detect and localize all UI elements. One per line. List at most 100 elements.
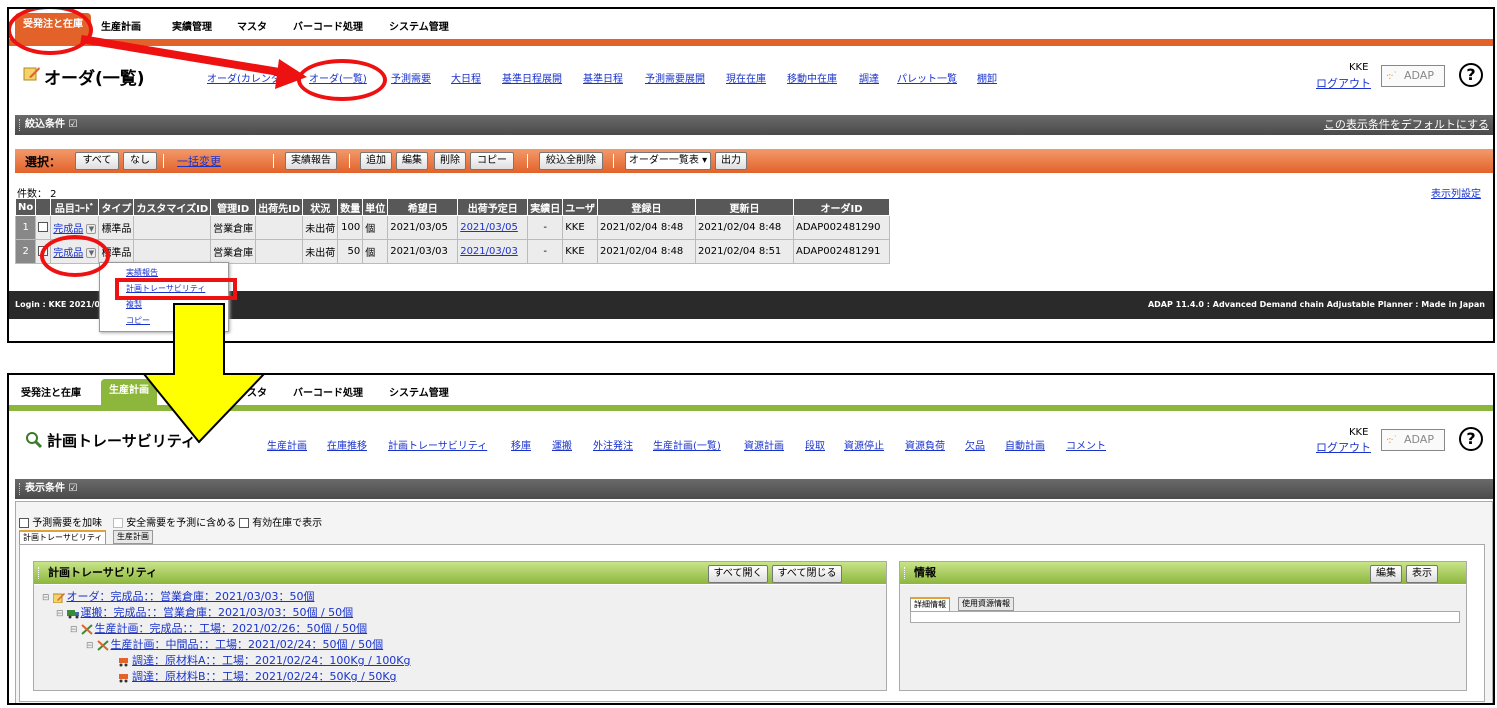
collapse-all-button[interactable]: すべて閉じる [772,565,842,583]
info-show-button[interactable]: 表示 [1406,565,1438,583]
col-mgmt-id[interactable]: 管理ID [210,198,257,216]
tree-node-order[interactable]: ⊟ オーダ：完成品：：営業倉庫：2021/03/03：50個 [42,588,314,604]
row-mgmt-id: 営業倉庫 [210,215,257,240]
table-row[interactable]: 2 完成品 ▼ 標準品 営業倉庫 未出荷 50 個 2021/03/03 202… [14,239,891,264]
nav-setup[interactable]: 段取 [805,437,825,452]
nav-transfer[interactable]: 移庫 [511,437,531,452]
nav-base-schedule-expand[interactable]: 基準日程展開 [502,70,562,85]
column-settings-link[interactable]: 表示列設定 [1431,185,1481,200]
nav-shortage[interactable]: 欠品 [965,437,985,452]
menu-barcode[interactable]: バーコード処理 [293,384,363,399]
row-checkbox[interactable] [35,215,52,240]
col-user[interactable]: ユーザ [562,198,599,216]
col-ship-id[interactable]: 出荷先ID [255,198,304,216]
row-menu-icon[interactable]: ▼ [86,224,97,234]
col-custom-id[interactable]: カスタマイズID [133,198,212,216]
row-ship-date-link[interactable]: 2021/03/05 [457,215,529,240]
nav-auto-plan[interactable]: 自動計画 [1005,437,1045,452]
row-no: 1 [14,215,37,240]
nav-comment[interactable]: コメント [1066,437,1106,452]
select-all-button[interactable]: すべて [75,152,119,170]
item-link[interactable]: 完成品 [53,224,83,235]
nav-in-transit[interactable]: 移動中在庫 [787,70,837,85]
nav-base-schedule[interactable]: 基準日程 [583,70,623,85]
nav-transport[interactable]: 運搬 [552,437,572,452]
nav-production-plan[interactable]: 生産計画 [267,437,307,452]
menu-sales-inventory[interactable]: 受発注と在庫 [21,384,81,399]
transport-icon [66,608,79,619]
col-type[interactable]: タイプ [98,198,135,216]
col-item[interactable]: 品目ｺｰﾄﾞ [50,198,100,216]
menu-system[interactable]: システム管理 [389,384,449,399]
tree-node-production-finished[interactable]: ⊟ 生産計画：完成品：：工場：2021/02/26：50個 / 50個 [70,620,367,636]
row-qty: 100 [337,215,364,240]
nav-current-stock[interactable]: 現在在庫 [726,70,766,85]
logout-link[interactable]: ログアウト [1316,75,1371,91]
col-updated[interactable]: 更新日 [695,198,795,216]
nav-resource-load[interactable]: 資源負荷 [905,437,945,452]
tree-node-transport[interactable]: ⊟ 運搬：完成品：：営業倉庫：2021/03/03：50個 / 50個 [56,604,353,620]
view-select[interactable]: オーダー一覧表 ▾ [625,152,711,170]
cart-icon [118,656,130,667]
info-edit-button[interactable]: 編集 [1370,565,1402,583]
annotation-arrow-red [80,35,307,89]
row-status: 未出荷 [302,215,339,240]
col-registered[interactable]: 登録日 [597,198,697,216]
delete-button[interactable]: 削除 [434,152,466,170]
nav-stocktake[interactable]: 棚卸 [977,70,997,85]
col-check [35,198,52,216]
copy-button[interactable]: コピー [470,152,514,170]
nav-production-plan-list[interactable]: 生産計画(一覧) [653,437,721,452]
tree-node-production-intermediate[interactable]: ⊟ 生産計画：中間品：：工場：2021/02/24：50個 / 50個 [86,636,383,652]
display-conditions-bar[interactable]: 表示条件 ☑ [15,479,1493,499]
nav-stock-trend[interactable]: 在庫推移 [327,437,367,452]
expand-all-button[interactable]: すべて開く [708,565,768,583]
add-button[interactable]: 追加 [360,152,392,170]
clear-filters-button[interactable]: 絞込全削除 [539,152,603,170]
edit-button[interactable]: 編集 [396,152,428,170]
col-unit[interactable]: 単位 [362,198,389,216]
table-row[interactable]: 1 完成品 ▼ 標準品 営業倉庫 未出荷 100 個 2021/03/05 20… [14,215,891,240]
tab-plan-traceability[interactable]: 計画トレーサビリティ [19,530,107,544]
help-icon[interactable]: ? [1459,63,1483,87]
row-updated: 2021/02/04 8:51 [695,239,795,264]
col-qty[interactable]: 数量 [337,198,364,216]
col-ship-date[interactable]: 出荷予定日 [457,198,529,216]
user-name: KKE [1349,427,1369,438]
nav-procurement[interactable]: 調達 [859,70,879,85]
col-wanted-date[interactable]: 希望日 [387,198,459,216]
report-results-button[interactable]: 実績報告 [285,152,337,170]
option-forecast[interactable]: 予測需要を加味 [19,514,102,529]
tree-node-procure-a[interactable]: 調達：原材料A：：工場：2021/02/24：100Kg / 100Kg [118,652,411,668]
row-updated: 2021/02/04 8:48 [695,215,795,240]
tab-detail-info[interactable]: 詳細情報 [910,597,950,611]
ctx-report-results[interactable]: 実績報告 [126,267,158,278]
row-ship-date-link[interactable]: 2021/03/03 [457,239,529,264]
col-actual-date[interactable]: 実績日 [527,198,564,216]
help-icon[interactable]: ? [1459,427,1483,451]
nav-master-schedule[interactable]: 大日程 [451,70,481,85]
option-safety-demand[interactable]: 安全需要を予測に含める [113,514,236,529]
row-registered: 2021/02/04 8:48 [597,239,697,264]
row-order-id: ADAP002481291 [793,239,891,264]
logout-link[interactable]: ログアウト [1316,439,1371,455]
filter-conditions-bar[interactable]: 絞込条件 ☑ この表示条件をデフォルトにする [15,115,1493,135]
option-available-stock[interactable]: 有効在庫で表示 [239,514,322,529]
col-status[interactable]: 状況 [302,198,339,216]
output-button[interactable]: 出力 [715,152,747,170]
nav-outsource-order[interactable]: 外注発注 [593,437,633,452]
tab-resource-info[interactable]: 使用資源情報 [958,597,1014,611]
bulk-change-link[interactable]: 一括変更 [177,153,221,169]
set-default-link[interactable]: この表示条件をデフォルトにする [1324,115,1489,135]
col-order-id[interactable]: オーダID [793,198,891,216]
nav-resource-plan[interactable]: 資源計画 [744,437,784,452]
nav-pallet-list[interactable]: パレット一覧 [897,70,957,85]
nav-forecast-expand[interactable]: 予測需要展開 [645,70,705,85]
nav-plan-traceability[interactable]: 計画トレーサビリティ [388,437,487,452]
tab-production-plan[interactable]: 生産計画 [113,530,153,544]
select-none-button[interactable]: なし [123,152,157,170]
nav-resource-stop[interactable]: 資源停止 [844,437,884,452]
row-registered: 2021/02/04 8:48 [597,215,697,240]
tree-node-procure-b[interactable]: 調達：原材料B：：工場：2021/02/24：50Kg / 50Kg [118,668,397,684]
traceability-panel: 計画トレーサビリティ すべて開く すべて閉じる ⊟ オーダ：完成品：：営業倉庫：2… [33,561,887,691]
